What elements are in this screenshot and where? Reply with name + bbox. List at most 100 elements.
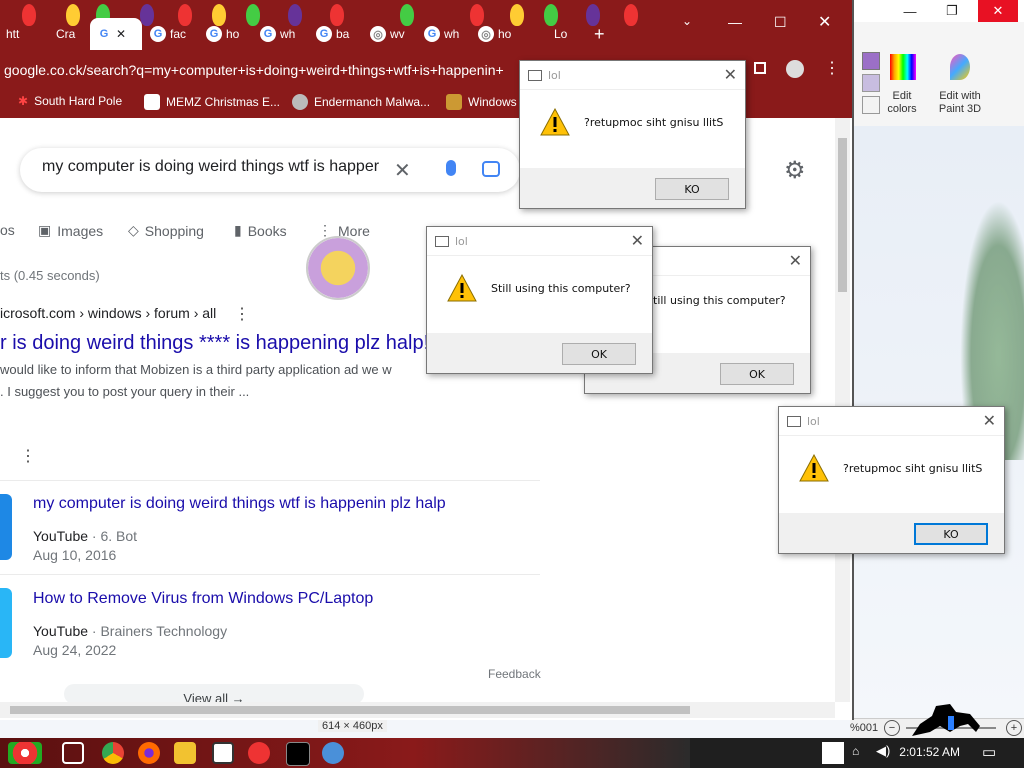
- tab-images[interactable]: ▣ Images: [38, 222, 103, 239]
- menu-icon[interactable]: ⋮: [824, 58, 840, 78]
- tab-books[interactable]: ▮ Books: [234, 222, 287, 239]
- firefox-icon[interactable]: [138, 742, 160, 764]
- video-thumbnail[interactable]: [0, 588, 12, 658]
- minimize-icon[interactable]: —: [890, 0, 930, 22]
- volume-icon[interactable]: ◀): [876, 743, 890, 759]
- microphone-icon[interactable]: [446, 160, 456, 176]
- task-view-icon[interactable]: [62, 742, 84, 764]
- zoom-in-icon[interactable]: +: [1006, 720, 1022, 736]
- search-input[interactable]: my computer is doing weird things wtf is…: [42, 158, 379, 176]
- message-dialog: lol ✕ Still using this computer? OK: [426, 226, 653, 374]
- tab-all[interactable]: os: [0, 222, 15, 238]
- close-icon[interactable]: ✕: [631, 231, 644, 250]
- dialog-titlebar: lol✕: [427, 227, 652, 256]
- start-icon[interactable]: [8, 742, 42, 764]
- zoom-out-icon[interactable]: −: [884, 720, 900, 736]
- paint-ribbon: Edit colors Edit with Paint 3D: [850, 22, 1024, 127]
- tab-label: ba: [336, 27, 350, 41]
- clock[interactable]: 2:01:52 AM: [899, 745, 960, 759]
- tab[interactable]: Gba: [310, 18, 360, 50]
- figure-icon: [446, 94, 462, 110]
- close-icon[interactable]: ✕: [818, 12, 831, 32]
- bookmark[interactable]: Windows: [446, 94, 517, 110]
- profile-icon[interactable]: [786, 60, 804, 78]
- tab[interactable]: Gho: [200, 18, 250, 50]
- tab-label: wh: [444, 27, 460, 41]
- globe-icon: ◎: [478, 26, 494, 42]
- maximize-icon[interactable]: ☐: [774, 14, 787, 31]
- clear-search-icon[interactable]: ✕: [394, 158, 411, 183]
- google-icon: G: [96, 26, 112, 42]
- tab[interactable]: Gwh: [254, 18, 304, 50]
- sidebar-icon[interactable]: [754, 62, 766, 74]
- result-site[interactable]: icrosoft.com › windows › forum › all: [0, 305, 216, 321]
- tab-label: ho: [226, 27, 240, 41]
- restore-icon[interactable]: ❐: [932, 0, 972, 22]
- tab-active[interactable]: G ✕: [90, 18, 142, 50]
- video-thumbnail[interactable]: [0, 494, 12, 560]
- dialog-message: ?retupmoc siht gnisu llitS: [584, 115, 724, 129]
- settings-gear-icon[interactable]: ⚙: [784, 156, 806, 185]
- close-icon[interactable]: ✕: [983, 411, 996, 430]
- dialog-button[interactable]: KO: [914, 523, 988, 545]
- dialog-button[interactable]: OK: [720, 363, 794, 385]
- notification-icon[interactable]: ▭: [982, 743, 996, 761]
- tab[interactable]: ◎ ho: [472, 18, 522, 50]
- edit-colors-icon[interactable]: [890, 54, 916, 80]
- tab-label: htt: [6, 27, 20, 41]
- tab[interactable]: Lo: [548, 18, 598, 50]
- result-title-link[interactable]: r is doing weird things **** is happenin…: [0, 332, 429, 355]
- dialog-button[interactable]: KO: [655, 178, 729, 200]
- tab[interactable]: Gwh: [418, 18, 468, 50]
- image-size: 614 × 460px: [318, 720, 387, 732]
- tab-shopping[interactable]: ◇ Shopping: [128, 222, 204, 239]
- app-icon[interactable]: [248, 742, 270, 764]
- file-explorer-icon[interactable]: [174, 742, 196, 764]
- bookmark[interactable]: ✱ South Hard Pole: [18, 94, 122, 108]
- command-prompt-icon[interactable]: [286, 742, 310, 766]
- color-swatch[interactable]: [862, 74, 880, 92]
- google-icon: G: [424, 26, 440, 42]
- google-icon: G: [150, 26, 166, 42]
- app-icon: [528, 69, 542, 81]
- more-options-icon[interactable]: ⋮: [20, 446, 36, 466]
- paint-titlebar: — ❐ ✕: [850, 0, 1024, 22]
- chrome-icon[interactable]: [102, 742, 124, 764]
- color-swatch[interactable]: [862, 96, 880, 114]
- view-all-button[interactable]: View all →: [64, 684, 364, 706]
- network-icon[interactable]: ⌂: [852, 744, 859, 758]
- tab-label: wh: [280, 27, 296, 41]
- globe-icon: ◎: [370, 26, 386, 42]
- tab-search-icon[interactable]: ⌄: [682, 14, 692, 28]
- close-icon[interactable]: ✕: [978, 0, 1018, 22]
- tab[interactable]: ◎ wv: [364, 18, 414, 50]
- url-field[interactable]: google.co.ck/search?q=my+computer+is+doi…: [0, 57, 524, 83]
- paint-icon[interactable]: [322, 742, 344, 764]
- lens-icon[interactable]: [482, 161, 500, 177]
- dialog-message: till using this computer?: [653, 294, 786, 307]
- tab[interactable]: htt: [0, 18, 50, 50]
- close-icon[interactable]: ✕: [789, 251, 802, 270]
- more-options-icon[interactable]: ⋮: [234, 304, 250, 324]
- app-icon[interactable]: [212, 742, 234, 764]
- video-title-link[interactable]: my computer is doing weird things wtf is…: [33, 495, 446, 513]
- edit-colors-label[interactable]: Edit colors: [880, 90, 924, 116]
- close-icon[interactable]: ✕: [724, 65, 737, 84]
- bookmark[interactable]: MEMZ Christmas E...: [144, 94, 280, 110]
- paint3d-icon[interactable]: [950, 54, 970, 80]
- tab[interactable]: Gfac: [144, 18, 194, 50]
- dialog-button[interactable]: OK: [562, 343, 636, 365]
- close-tab-icon[interactable]: ✕: [116, 27, 126, 41]
- video-title-link[interactable]: How to Remove Virus from Windows PC/Lapt…: [33, 590, 373, 608]
- color-swatch[interactable]: [862, 52, 880, 70]
- feedback-link[interactable]: Feedback: [488, 667, 541, 681]
- zoom-level: %001: [850, 722, 879, 734]
- video-date: Aug 24, 2022: [33, 642, 117, 658]
- edit-paint3d-label[interactable]: Edit with Paint 3D: [932, 90, 988, 116]
- minimize-icon[interactable]: —: [728, 14, 742, 30]
- show-notification-area[interactable]: [822, 742, 844, 764]
- message-dialog: lol ✕ ?retupmoc siht gnisu llitS KO: [778, 406, 1005, 554]
- new-tab-icon[interactable]: +: [594, 24, 605, 45]
- bookmark[interactable]: Endermanch Malwa...: [292, 94, 430, 110]
- horizontal-scrollbar[interactable]: [0, 702, 835, 718]
